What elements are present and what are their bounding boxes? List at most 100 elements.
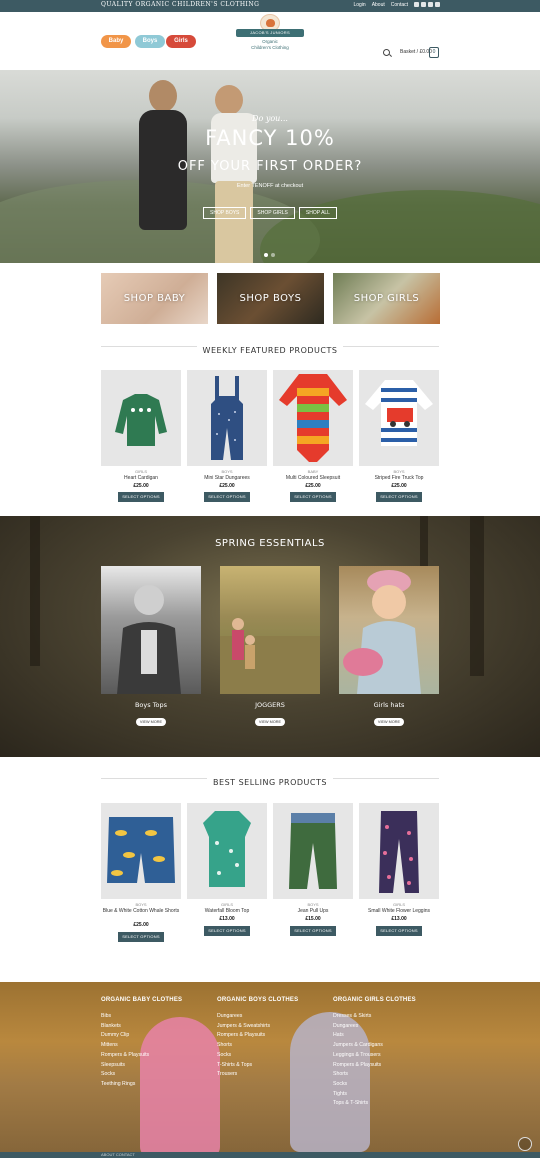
spring-essentials-section: Spring Essentials Boys Tops VIEW MORE JO…: [0, 516, 540, 757]
spring-card-label[interactable]: Boys Tops: [101, 701, 201, 709]
featured-title-text: Weekly Featured Products: [196, 346, 344, 355]
select-options-button[interactable]: SELECT OPTIONS: [118, 492, 164, 502]
product-name[interactable]: Blue & White Cotton Whale Shorts: [101, 908, 181, 915]
view-more-button[interactable]: VIEW MORE: [255, 718, 285, 726]
nav-boys[interactable]: Boys: [135, 35, 165, 48]
footer-link[interactable]: Blankets: [101, 1022, 211, 1032]
select-options-button[interactable]: SELECT OPTIONS: [290, 492, 336, 502]
product-category: BOYS: [221, 469, 233, 474]
shop-all-button[interactable]: SHOP ALL: [298, 207, 337, 219]
footer-link[interactable]: Sleepsuits: [101, 1061, 211, 1071]
search-icon[interactable]: [383, 49, 390, 56]
select-options-button[interactable]: SELECT OPTIONS: [290, 926, 336, 936]
product-image[interactable]: [273, 803, 353, 899]
product-image[interactable]: [273, 370, 353, 466]
product-image[interactable]: [187, 803, 267, 899]
footer-link[interactable]: Rompers & Playsuits: [217, 1031, 327, 1041]
select-options-button[interactable]: SELECT OPTIONS: [118, 932, 164, 942]
footer-link[interactable]: Dungarees: [333, 1022, 443, 1032]
nav-girls[interactable]: Girls: [166, 35, 196, 48]
site-logo[interactable]: Jacob's Juniors Organic Children's Cloth…: [234, 14, 306, 68]
spring-card-label[interactable]: JOGGERS: [220, 701, 320, 709]
select-options-button[interactable]: SELECT OPTIONS: [376, 492, 422, 502]
footer-heading: ORGANIC BOYS CLOTHES: [217, 997, 299, 1003]
bottom-links[interactable]: ABOUT CONTACT: [101, 1152, 135, 1158]
footer-link[interactable]: T-Shirts & Tops: [217, 1061, 327, 1071]
product-name[interactable]: Small White Flower Leggins: [359, 908, 439, 915]
footer-link[interactable]: Tights: [333, 1090, 443, 1100]
footer-link[interactable]: Socks: [333, 1080, 443, 1090]
social-icons: [414, 2, 440, 8]
footer-link[interactable]: Dresses & Skirts: [333, 1012, 443, 1022]
footer-link[interactable]: Jumpers & Cardigans: [333, 1041, 443, 1051]
product-category: BOYS: [135, 902, 147, 907]
product-image[interactable]: [101, 803, 181, 899]
product-name[interactable]: Mini Star Dungarees: [187, 475, 267, 482]
footer-link[interactable]: Leggings & Trousers: [333, 1051, 443, 1061]
footer-link[interactable]: Tops & T-Shirts: [333, 1099, 443, 1109]
slider-dot[interactable]: [264, 253, 268, 257]
view-more-button[interactable]: VIEW MORE: [136, 718, 166, 726]
category-tile-boys[interactable]: SHOP BOYS: [217, 273, 324, 324]
footer-link[interactable]: Shorts: [217, 1041, 327, 1051]
email-icon[interactable]: [435, 2, 440, 7]
spring-card-label[interactable]: Girls hats: [339, 701, 439, 709]
category-tile-baby[interactable]: SHOP BABY: [101, 273, 208, 324]
shop-boys-button[interactable]: SHOP BOYS: [203, 207, 247, 219]
about-link[interactable]: About: [372, 2, 385, 8]
bestselling-title: Best Selling Products: [101, 772, 439, 787]
select-options-button[interactable]: SELECT OPTIONS: [204, 926, 250, 936]
product-image[interactable]: [101, 370, 181, 466]
product-category: GIRLS: [392, 902, 405, 907]
footer-link[interactable]: Mittens: [101, 1041, 211, 1051]
category-label: SHOP BOYS: [239, 293, 302, 304]
select-options-button[interactable]: SELECT OPTIONS: [376, 926, 422, 936]
category-tile-girls[interactable]: SHOP GIRLS: [333, 273, 440, 324]
view-more-button[interactable]: VIEW MORE: [374, 718, 404, 726]
footer-link[interactable]: Rompers & Playsuits: [333, 1061, 443, 1071]
login-link[interactable]: Login: [353, 2, 365, 8]
product-price: £15.00: [305, 916, 321, 922]
shop-girls-button[interactable]: SHOP GIRLS: [250, 207, 295, 219]
spring-card-image[interactable]: [101, 566, 201, 694]
select-options-button[interactable]: SELECT OPTIONS: [204, 492, 250, 502]
product-name[interactable]: Jean Pull Ups: [273, 908, 353, 915]
footer-link[interactable]: Dungarees: [217, 1012, 327, 1022]
footer-link[interactable]: Dummy Clip: [101, 1031, 211, 1041]
product-name[interactable]: Heart Cardigan: [101, 475, 181, 482]
footer-link[interactable]: Socks: [101, 1070, 211, 1080]
product-name[interactable]: Waterfall Bloom Top: [187, 908, 267, 915]
product-image[interactable]: [359, 370, 439, 466]
basket-link[interactable]: Basket / £0.00: [400, 49, 432, 55]
footer-link[interactable]: Rompers & Playsuits: [101, 1051, 211, 1061]
footer-link[interactable]: Trousers: [217, 1070, 327, 1080]
product-price: £13.00: [219, 916, 235, 922]
footer-link[interactable]: Shorts: [333, 1070, 443, 1080]
basket-count[interactable]: 0: [429, 47, 439, 58]
footer-heading: ORGANIC BABY CLOTHES: [101, 997, 183, 1003]
footer-link[interactable]: Hats: [333, 1031, 443, 1041]
contact-link[interactable]: Contact: [391, 2, 408, 8]
footer-link[interactable]: Jumpers & Sweatshirts: [217, 1022, 327, 1032]
facebook-icon[interactable]: [414, 2, 419, 7]
spring-card-image[interactable]: [339, 566, 439, 694]
bestselling-title-text: Best Selling Products: [207, 778, 333, 787]
spring-card-image[interactable]: [220, 566, 320, 694]
footer-link[interactable]: Bibs: [101, 1012, 211, 1022]
nav-baby[interactable]: Baby: [101, 35, 131, 48]
tagline: Quality organic children's clothing: [101, 1, 260, 8]
footer-link[interactable]: Teething Rings: [101, 1080, 211, 1090]
footer-heading: ORGANIC GIRLS CLOTHES: [333, 997, 416, 1003]
product-category: BABY: [307, 469, 319, 474]
instagram-icon[interactable]: [421, 2, 426, 7]
product-image[interactable]: [359, 803, 439, 899]
product-image[interactable]: [187, 370, 267, 466]
product-name[interactable]: Striped Fire Truck Top: [359, 475, 439, 482]
product-name[interactable]: Multi Coloured Sleepsuit: [273, 475, 353, 482]
twitter-icon[interactable]: [428, 2, 433, 7]
slider-dot[interactable]: [271, 253, 275, 257]
slider-dots: [264, 253, 275, 257]
scroll-to-top-icon[interactable]: [518, 1137, 532, 1151]
footer-link[interactable]: Socks: [217, 1051, 327, 1061]
category-label: SHOP BABY: [123, 293, 186, 304]
